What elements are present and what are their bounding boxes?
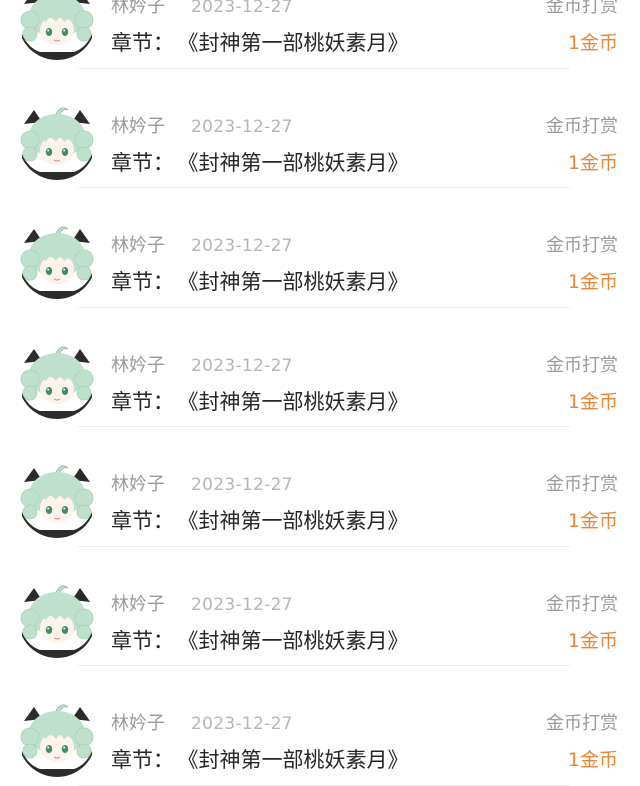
record-type: 金币打赏 [546,354,618,376]
user-name: 林妗子 [111,0,165,17]
chapter-title: 《封神第一部桃妖素月》 [188,150,409,175]
record-date: 2023-12-27 [191,116,293,137]
reward-amount: 1金币 [567,749,618,771]
chapter-line: 章节： 《封神第一部桃妖素月》 [111,626,409,656]
record-type: 金币打赏 [546,713,618,734]
record-date: 2023-12-27 [191,236,293,256]
record-type: 金币打赏 [546,474,618,495]
reward-amount: 1金币 [567,271,618,293]
anime-girl-avatar-icon[interactable] [18,460,96,538]
reward-amount: 1金币 [567,390,618,413]
chapter-label: 章节： [111,389,174,414]
chapter-label: 章节： [111,748,174,772]
record-type: 金币打赏 [546,593,618,615]
record-date: 2023-12-27 [191,714,293,734]
chapter-label: 章节： [111,31,174,55]
chapter-line: 章节： 《封神第一部桃妖素月》 [111,148,409,178]
user-name: 林妗子 [111,713,165,734]
list-item[interactable]: 林妗子 2023-12-27 金币打赏 章节： 《封神第一部桃妖素月》 1金币 [0,69,640,189]
reward-amount: 1金币 [567,629,618,652]
chapter-line: 章节： 《封神第一部桃妖素月》 [111,506,409,536]
chapter-label: 章节： [111,628,174,653]
anime-girl-avatar-icon[interactable] [18,101,96,180]
record-date: 2023-12-27 [191,0,293,17]
list-item[interactable]: 林妗子 2023-12-27 金币打赏 章节： 《封神第一部桃妖素月》 1金币 [0,308,640,428]
list-item[interactable]: 林妗子 2023-12-27 金币打赏 章节： 《封神第一部桃妖素月》 1金币 [0,666,640,786]
chapter-label: 章节： [111,270,174,294]
anime-girl-avatar-icon[interactable] [18,699,96,777]
chapter-line: 章节： 《封神第一部桃妖素月》 [111,28,409,58]
record-type: 金币打赏 [546,115,618,137]
chapter-title: 《封神第一部桃妖素月》 [188,270,409,294]
record-type: 金币打赏 [546,0,618,17]
chapter-title: 《封神第一部桃妖素月》 [188,628,409,653]
list-item[interactable]: 林妗子 2023-12-27 金币打赏 章节： 《封神第一部桃妖素月》 1金币 [0,0,640,69]
anime-girl-avatar-icon[interactable] [18,0,96,60]
list-item[interactable]: 林妗子 2023-12-27 金币打赏 章节： 《封神第一部桃妖素月》 1金币 [0,427,640,547]
chapter-title: 《封神第一部桃妖素月》 [188,31,409,55]
chapter-title: 《封神第一部桃妖素月》 [188,389,409,414]
chapter-line: 章节： 《封神第一部桃妖素月》 [111,387,409,417]
chapter-line: 章节： 《封神第一部桃妖素月》 [111,745,409,775]
anime-girl-avatar-icon[interactable] [18,340,96,419]
list-item[interactable]: 林妗子 2023-12-27 金币打赏 章节： 《封神第一部桃妖素月》 1金币 [0,188,640,308]
reward-record-list: 林妗子 2023-12-27 金币打赏 章节： 《封神第一部桃妖素月》 1金币 林… [0,0,640,786]
reward-amount: 1金币 [567,510,618,532]
anime-girl-avatar-icon[interactable] [18,579,96,658]
chapter-title: 《封神第一部桃妖素月》 [188,509,409,533]
chapter-title: 《封神第一部桃妖素月》 [188,748,409,772]
user-name: 林妗子 [111,593,165,615]
chapter-line: 章节： 《封神第一部桃妖素月》 [111,267,409,297]
record-type: 金币打赏 [546,235,618,256]
record-date: 2023-12-27 [191,355,293,376]
user-name: 林妗子 [111,354,165,376]
list-item[interactable]: 林妗子 2023-12-27 金币打赏 章节： 《封神第一部桃妖素月》 1金币 [0,547,640,667]
user-name: 林妗子 [111,474,165,495]
reward-amount: 1金币 [567,151,618,174]
user-name: 林妗子 [111,115,165,137]
record-date: 2023-12-27 [191,475,293,495]
chapter-label: 章节： [111,509,174,533]
anime-girl-avatar-icon[interactable] [18,221,96,299]
record-date: 2023-12-27 [191,594,293,615]
user-name: 林妗子 [111,235,165,256]
reward-amount: 1金币 [567,32,618,54]
chapter-label: 章节： [111,150,174,175]
